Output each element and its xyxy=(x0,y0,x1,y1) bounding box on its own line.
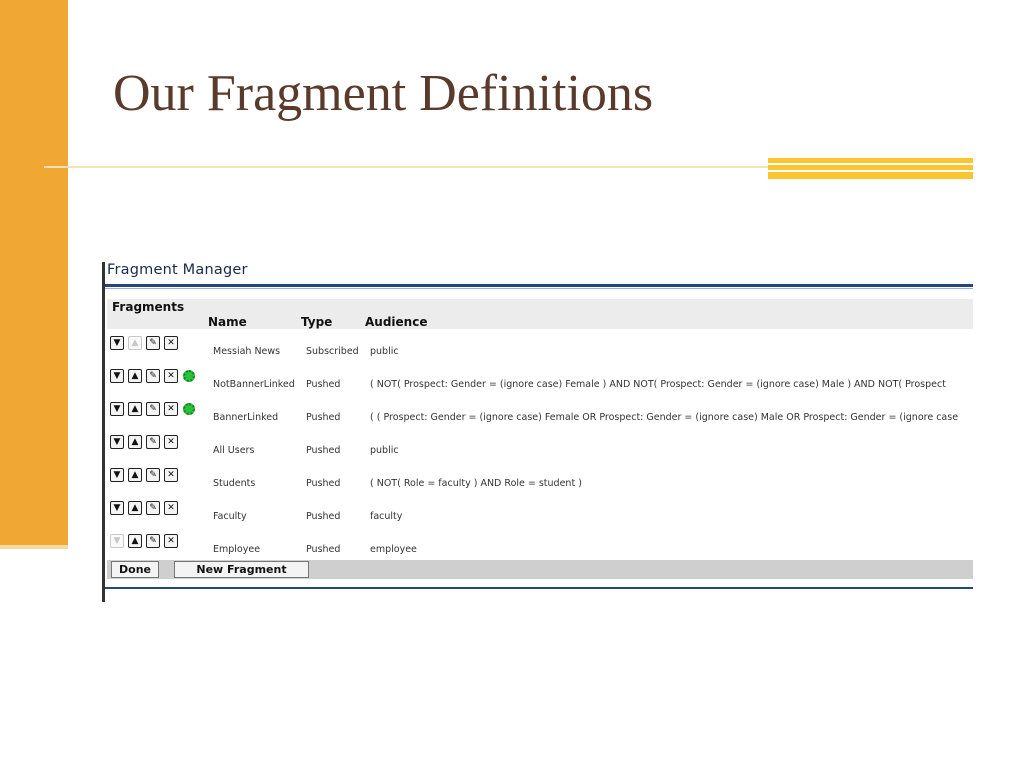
header-rule xyxy=(105,284,973,287)
fragment-audience: ( NOT( Prospect: Gender = (ignore case) … xyxy=(370,379,946,390)
row-actions: ▼ ▲ ✎ ✕ xyxy=(110,434,178,450)
row-actions: ▼ ▲ ✎ ✕ xyxy=(110,335,178,351)
column-header-audience: Audience xyxy=(365,315,428,329)
move-up-icon[interactable]: ▲ xyxy=(128,501,142,515)
fragment-audience: public xyxy=(370,346,399,357)
fragment-type: Pushed xyxy=(306,379,341,390)
status-gear-icon[interactable] xyxy=(183,403,195,415)
column-header-type: Type xyxy=(301,315,333,329)
move-up-icon[interactable]: ▲ xyxy=(128,402,142,416)
fragment-manager-title: Fragment Manager xyxy=(107,262,248,278)
row-actions: ▼ ▲ ✎ ✕ xyxy=(110,368,195,384)
new-fragment-button[interactable]: New Fragment xyxy=(174,561,309,578)
header-rule-light xyxy=(105,288,973,289)
fragment-name: All Users xyxy=(213,445,255,456)
fragment-audience: employee xyxy=(370,544,417,555)
move-down-icon[interactable]: ▼ xyxy=(110,501,124,515)
status-gear-icon[interactable] xyxy=(183,370,195,382)
fragment-type: Subscribed xyxy=(306,346,359,357)
delete-icon[interactable]: ✕ xyxy=(164,369,178,383)
move-up-icon[interactable]: ▲ xyxy=(128,468,142,482)
fragment-name: Faculty xyxy=(213,511,247,522)
move-down-icon: ▼ xyxy=(110,534,124,548)
screenshot-left-border xyxy=(102,262,105,602)
move-down-icon[interactable]: ▼ xyxy=(110,468,124,482)
fragment-audience: public xyxy=(370,445,399,456)
fragment-audience: ( NOT( Role = faculty ) AND Role = stude… xyxy=(370,478,582,489)
fragment-manager-screenshot: Fragment Manager Fragments Name Type Aud… xyxy=(102,262,973,602)
fragment-row: ▼ ▲ ✎ ✕ Faculty Pushed faculty xyxy=(107,494,973,527)
move-down-icon[interactable]: ▼ xyxy=(110,435,124,449)
edit-icon[interactable]: ✎ xyxy=(146,468,160,482)
fragment-row: ▼ ▲ ✎ ✕ Employee Pushed employee xyxy=(107,527,973,560)
fragment-row: ▼ ▲ ✎ ✕ BannerLinked Pushed ( ( Prospect: Gend… xyxy=(107,395,973,428)
move-up-icon: ▲ xyxy=(128,336,142,350)
move-down-icon[interactable]: ▼ xyxy=(110,402,124,416)
move-up-icon[interactable]: ▲ xyxy=(128,534,142,548)
delete-icon[interactable]: ✕ xyxy=(164,468,178,482)
fragment-name: BannerLinked xyxy=(213,412,279,423)
edit-icon[interactable]: ✎ xyxy=(146,534,160,548)
fragment-row: ▼ ▲ ✎ ✕ All Users Pushed public xyxy=(107,428,973,461)
delete-icon[interactable]: ✕ xyxy=(164,336,178,350)
fragment-name: Employee xyxy=(213,544,261,555)
fragment-type: Pushed xyxy=(306,412,341,423)
fragment-type: Pushed xyxy=(306,544,341,555)
delete-icon[interactable]: ✕ xyxy=(164,402,178,416)
fragment-type: Pushed xyxy=(306,478,341,489)
slide-side-bar xyxy=(0,0,68,545)
fragment-name: Students xyxy=(213,478,256,489)
fragment-type: Pushed xyxy=(306,511,341,522)
move-down-icon[interactable]: ▼ xyxy=(110,336,124,350)
fragment-name: Messiah News xyxy=(213,346,281,357)
move-down-icon[interactable]: ▼ xyxy=(110,369,124,383)
fragment-name: NotBannerLinked xyxy=(213,379,295,390)
footer-rule xyxy=(105,587,973,589)
delete-icon[interactable]: ✕ xyxy=(164,534,178,548)
slide-title: Our Fragment Definitions xyxy=(113,65,654,122)
delete-icon[interactable]: ✕ xyxy=(164,435,178,449)
fragment-row: ▼ ▲ ✎ ✕ Students Pushed ( NOT( Role = faculty … xyxy=(107,461,973,494)
move-up-icon[interactable]: ▲ xyxy=(128,435,142,449)
edit-icon[interactable]: ✎ xyxy=(146,336,160,350)
delete-icon[interactable]: ✕ xyxy=(164,501,178,515)
row-actions: ▼ ▲ ✎ ✕ xyxy=(110,500,178,516)
slide-side-bar-shadow xyxy=(0,545,68,549)
edit-icon[interactable]: ✎ xyxy=(146,402,160,416)
row-actions: ▼ ▲ ✎ ✕ xyxy=(110,401,195,417)
row-actions: ▼ ▲ ✎ ✕ xyxy=(110,533,178,549)
fragment-row: ▼ ▲ ✎ ✕ Messiah News Subscribed public xyxy=(107,329,973,362)
fragment-audience: ( ( Prospect: Gender = (ignore case) Fem… xyxy=(370,412,959,423)
edit-icon[interactable]: ✎ xyxy=(146,435,160,449)
done-button[interactable]: Done xyxy=(111,561,159,578)
move-up-icon[interactable]: ▲ xyxy=(128,369,142,383)
fragments-label: Fragments xyxy=(112,300,185,314)
edit-icon[interactable]: ✎ xyxy=(146,501,160,515)
fragment-row: ▼ ▲ ✎ ✕ NotBannerLinked Pushed ( NOT( Prospect… xyxy=(107,362,973,395)
edit-icon[interactable]: ✎ xyxy=(146,369,160,383)
fragment-audience: faculty xyxy=(370,511,403,522)
fragment-type: Pushed xyxy=(306,445,341,456)
title-accent-stripes xyxy=(768,158,973,179)
row-actions: ▼ ▲ ✎ ✕ xyxy=(110,467,178,483)
column-header-name: Name xyxy=(208,315,247,329)
